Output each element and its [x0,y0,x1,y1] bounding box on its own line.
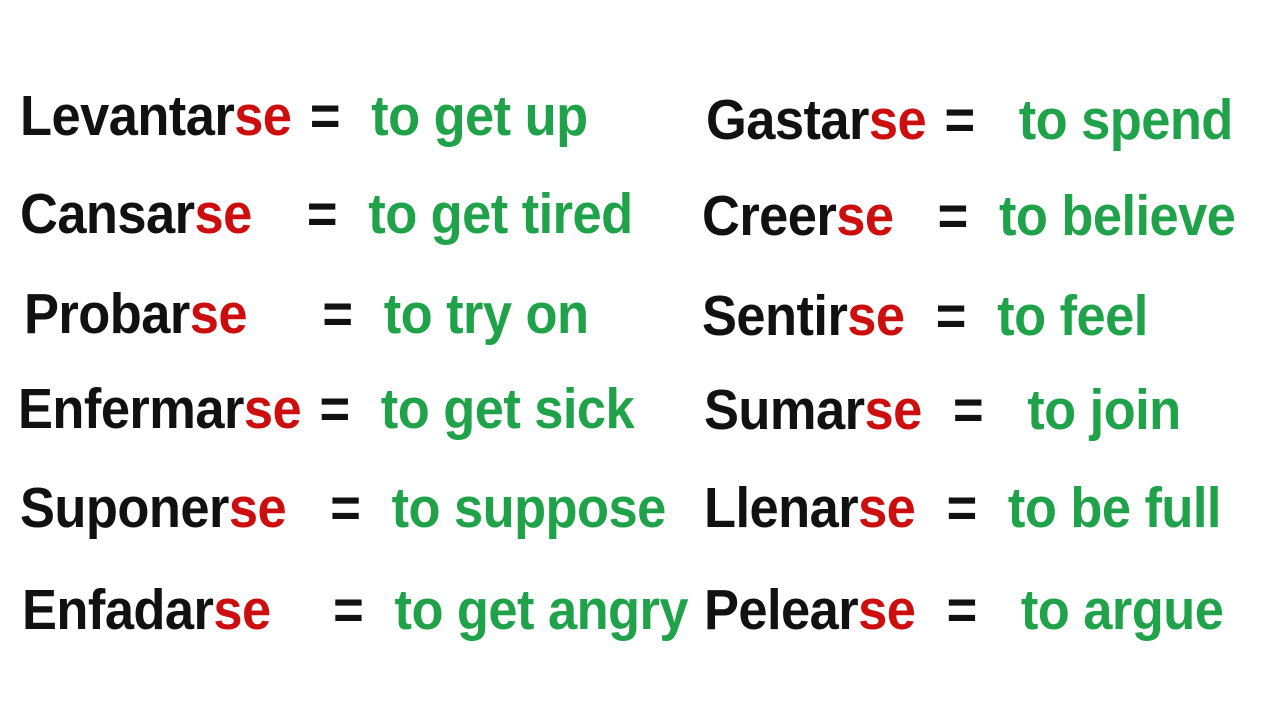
verb-stem: Enfermar [18,377,244,441]
english-translation: to be full [1007,476,1222,540]
vocab-row: Llenarse = to be full [704,480,1221,537]
verb-suffix-se: se [234,84,292,148]
english-translation: to get tired [368,182,633,246]
verb-suffix-se: se [858,476,916,540]
english-translation: to get angry [394,578,689,642]
spanish-verb: Sentirse [702,284,905,348]
english-translation: to join [1027,378,1181,442]
vocab-row: Sentirse = to feel [702,288,1148,345]
spanish-verb: Suponerse [20,476,287,540]
verb-suffix-se: se [847,284,905,348]
vocab-row: Gastarse = to spend [706,92,1233,149]
english-translation: to feel [997,284,1148,348]
spanish-verb: Sumarse [704,378,922,442]
verb-stem: Llenar [704,476,859,540]
vocab-row: Pelearse = to argue [704,582,1224,639]
spanish-verb: Llenarse [704,476,916,540]
vocab-row: Suponerse = to suppose [20,480,666,537]
verb-suffix-se: se [194,182,252,246]
equals-sign: = [333,578,364,642]
verb-suffix-se: se [836,184,894,248]
spanish-verb: Probarse [24,282,247,346]
verb-stem: Sumar [704,378,865,442]
vocab-row: Enfermarse = to get sick [18,381,635,438]
equals-sign: = [946,476,978,540]
verb-stem: Enfadar [22,578,214,642]
verb-suffix-se: se [228,476,287,540]
equals-sign: = [306,182,338,246]
vocab-row: Levantarse = to get up [20,88,588,145]
verb-suffix-se: se [213,578,271,642]
vocab-row: Enfadarse = to get angry [22,582,689,639]
spanish-verb: Enfermarse [18,377,302,441]
english-translation: to believe [999,184,1236,248]
vocabulary-slide: Levantarse = to get up Cansarse = to get tir… [0,0,1280,720]
vocab-row: Creerse = to believe [702,188,1236,245]
equals-sign: = [946,578,978,642]
english-translation: to get up [371,84,588,148]
spanish-verb: Pelearse [704,578,916,642]
equals-sign: = [952,378,984,442]
equals-sign: = [330,476,361,540]
spanish-verb: Levantarse [20,84,292,148]
equals-sign: = [937,184,969,248]
verb-suffix-se: se [864,378,922,442]
equals-sign: = [944,88,975,152]
english-translation: to argue [1020,578,1224,642]
verb-stem: Probar [24,282,190,346]
spanish-verb: Creerse [702,184,894,248]
spanish-verb: Enfadarse [22,578,271,642]
equals-sign: = [322,282,353,346]
vocab-row: Sumarse = to join [704,382,1181,439]
verb-suffix-se: se [189,282,248,346]
vocab-row: Cansarse = to get tired [20,186,633,243]
verb-suffix-se: se [858,578,916,642]
verb-stem: Gastar [706,88,869,152]
equals-sign: = [319,377,350,441]
english-translation: to spend [1018,88,1234,152]
verb-stem: Creer [702,184,837,248]
verb-stem: Sentir [702,284,848,348]
english-translation: to suppose [391,476,667,540]
verb-stem: Suponer [20,476,229,540]
verb-stem: Pelear [704,578,859,642]
english-translation: to try on [383,282,589,346]
spanish-verb: Gastarse [706,88,927,152]
verb-suffix-se: se [243,377,302,441]
verb-suffix-se: se [868,88,927,152]
vocab-row: Probarse = to try on [24,286,589,343]
spanish-verb: Cansarse [20,182,252,246]
english-translation: to get sick [380,377,635,441]
verb-stem: Levantar [20,84,235,148]
verb-stem: Cansar [20,182,195,246]
equals-sign: = [309,84,341,148]
equals-sign: = [935,284,967,348]
